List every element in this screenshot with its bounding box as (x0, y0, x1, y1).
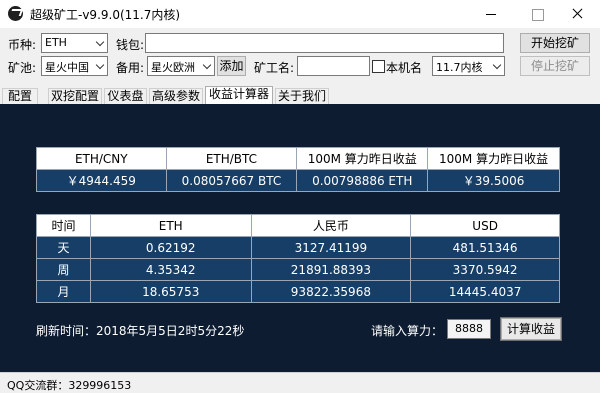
status-bar: QQ交流群：329996153 (0, 372, 600, 393)
qq-group-text: QQ交流群：329996153 (7, 379, 132, 392)
minimize-icon[interactable] (468, 0, 514, 28)
yesterday-cny-earnings: ￥39.5006 (427, 169, 560, 192)
start-mining-button[interactable]: 开始挖矿 (520, 33, 590, 53)
table-row: 天 0.62192 3127.41199 481.51346 (36, 236, 560, 259)
hostname-checkbox[interactable] (372, 60, 385, 73)
eth-cny-value: ￥4944.459 (36, 169, 167, 192)
tab-about[interactable]: 关于我们 (275, 88, 329, 104)
worker-name-label: 矿工名: (254, 61, 295, 75)
tab-advanced[interactable]: 高级参数 (149, 88, 203, 104)
table-row: 月 18.65753 93822.35968 14445.4037 (36, 280, 560, 303)
table-row: ￥4944.459 0.08057667 BTC 0.00798886 ETH … (36, 169, 560, 192)
header-cell: 时间 (36, 214, 91, 237)
chevron-down-icon (202, 60, 212, 70)
refresh-time: 刷新时间：2018年5月5日2时5分22秒 (36, 324, 245, 338)
header-cell: USD (410, 214, 560, 237)
header-cell: ETH/BTC (165, 147, 298, 170)
tab-dashboard[interactable]: 仪表盘 (104, 88, 147, 104)
yesterday-eth-earnings: 0.00798886 ETH (296, 169, 429, 192)
earnings-table: 时间 ETH 人民币 USD 天 0.62192 3127.41199 481.… (36, 214, 560, 303)
cny-cell: 3127.41199 (250, 236, 412, 259)
chevron-down-icon (492, 60, 502, 70)
chevron-down-icon (95, 37, 105, 47)
table-row: 周 4.35342 21891.88393 3370.5942 (36, 258, 560, 281)
table-header-row: ETH/CNY ETH/BTC 100M 算力昨日收益 100M 算力昨日收益 (36, 147, 560, 170)
backup-pool-select-value: 星火欧洲 (151, 61, 195, 74)
backup-pool-label: 备用: (116, 61, 145, 75)
price-summary-table: ETH/CNY ETH/BTC 100M 算力昨日收益 100M 算力昨日收益 … (36, 147, 560, 192)
stop-mining-button[interactable]: 停止挖矿 (520, 56, 590, 76)
header-cell: 人民币 (250, 214, 412, 237)
wallet-input[interactable] (145, 33, 504, 53)
table-header-row: 时间 ETH 人民币 USD (36, 214, 560, 237)
header-cell: ETH (89, 214, 252, 237)
period-cell: 月 (36, 280, 91, 303)
coin-label: 币种: (8, 38, 37, 52)
hashrate-label: 请输入算力： (371, 324, 444, 338)
cny-cell: 21891.88393 (250, 258, 412, 281)
title-bar: 超级矿工-v9.9.0(11.7内核) (0, 0, 600, 28)
usd-cell: 14445.4037 (410, 280, 560, 303)
chevron-down-icon (95, 60, 105, 70)
tab-profit-calculator[interactable]: 收益计算器 (205, 86, 273, 104)
tab-bar: 配置 双挖配置 仪表盘 高级参数 收益计算器 关于我们 (0, 86, 600, 104)
period-cell: 天 (36, 236, 91, 259)
pool-select[interactable]: 星火中国 (41, 56, 108, 76)
usd-cell: 481.51346 (410, 236, 560, 259)
kernel-select-value: 11.7内核 (436, 61, 483, 74)
hashrate-input[interactable]: 8888 (447, 319, 491, 339)
kernel-select[interactable]: 11.7内核 (432, 56, 505, 76)
app-logo-icon (8, 6, 23, 21)
worker-name-input[interactable] (297, 56, 370, 76)
coin-select-value: ETH (45, 36, 67, 49)
header-cell: 100M 算力昨日收益 (427, 147, 560, 170)
window-title: 超级矿工-v9.9.0(11.7内核) (30, 8, 181, 22)
close-icon[interactable] (554, 0, 600, 28)
backup-pool-select[interactable]: 星火欧洲 (147, 56, 215, 76)
tab-config[interactable]: 配置 (2, 88, 38, 104)
header-cell: ETH/CNY (36, 147, 167, 170)
wallet-label: 钱包: (116, 38, 145, 52)
eth-cell: 18.65753 (89, 280, 252, 303)
usd-cell: 3370.5942 (410, 258, 560, 281)
pool-select-value: 星火中国 (45, 61, 89, 74)
hostname-label: 本机名 (386, 61, 423, 75)
coin-select[interactable]: ETH (41, 33, 108, 53)
pool-label: 矿池: (8, 61, 37, 75)
calculate-earnings-button[interactable]: 计算收益 (500, 317, 562, 341)
eth-cell: 4.35342 (89, 258, 252, 281)
eth-btc-value: 0.08057667 BTC (165, 169, 298, 192)
header-cell: 100M 算力昨日收益 (296, 147, 429, 170)
cny-cell: 93822.35968 (250, 280, 412, 303)
tab-dual-mining[interactable]: 双挖配置 (48, 88, 102, 104)
eth-cell: 0.62192 (89, 236, 252, 259)
add-pool-button[interactable]: 添加 (217, 56, 246, 76)
period-cell: 周 (36, 258, 91, 281)
